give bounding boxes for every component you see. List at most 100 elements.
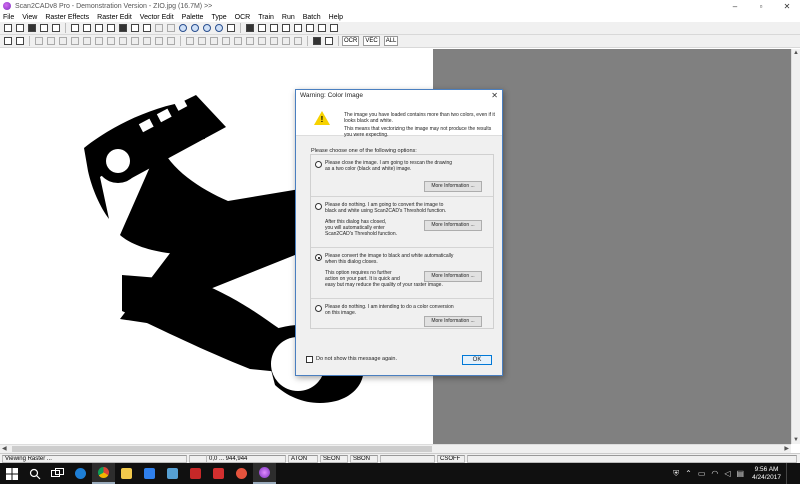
select-icon[interactable] bbox=[129, 23, 140, 34]
menu-vector-edit[interactable]: Vector Edit bbox=[140, 14, 174, 21]
menu-batch[interactable]: Batch bbox=[303, 14, 321, 21]
rotate-tool-icon[interactable] bbox=[141, 36, 152, 47]
more-info-button-4[interactable]: More Information ... bbox=[424, 316, 482, 327]
pan-hand-icon[interactable] bbox=[225, 23, 236, 34]
menu-palette[interactable]: Palette bbox=[182, 14, 204, 21]
offset-tool-icon[interactable] bbox=[244, 36, 255, 47]
menu-ocr[interactable]: OCR bbox=[235, 14, 251, 21]
text-tool-icon[interactable] bbox=[2, 36, 13, 47]
view-eye-icon[interactable] bbox=[117, 23, 128, 34]
vector-layer-icon[interactable] bbox=[256, 23, 267, 34]
rect-tool-icon[interactable] bbox=[81, 36, 92, 47]
chrome-icon[interactable] bbox=[92, 463, 115, 484]
notification-center-icon[interactable]: ▤ bbox=[737, 469, 745, 478]
option-rescan[interactable]: Please close the image. I am going to re… bbox=[311, 155, 493, 197]
new-file-icon[interactable] bbox=[2, 23, 13, 34]
radio-auto-convert[interactable] bbox=[315, 254, 322, 261]
trim-tool-icon[interactable] bbox=[220, 36, 231, 47]
menu-file[interactable]: File bbox=[3, 14, 14, 21]
show-hidden-icons-icon[interactable]: ⌃ bbox=[685, 469, 692, 478]
search-icon[interactable] bbox=[23, 463, 46, 484]
ok-button[interactable]: OK bbox=[462, 355, 492, 365]
minimize-button[interactable]: – bbox=[722, 0, 748, 12]
volume-icon[interactable]: ◁ bbox=[724, 469, 730, 478]
fill-tool-icon[interactable] bbox=[117, 36, 128, 47]
save-as-icon[interactable] bbox=[38, 23, 49, 34]
crop-tool-icon[interactable] bbox=[129, 36, 140, 47]
print-icon[interactable] bbox=[69, 23, 80, 34]
copy-icon[interactable] bbox=[81, 23, 92, 34]
task-view-icon[interactable] bbox=[46, 463, 69, 484]
fillet-tool-icon[interactable] bbox=[256, 36, 267, 47]
edit-icon[interactable] bbox=[141, 23, 152, 34]
menu-raster-edit[interactable]: Raster Edit bbox=[97, 14, 132, 21]
battery-icon[interactable]: ▭ bbox=[698, 469, 706, 478]
help-icon[interactable] bbox=[328, 23, 339, 34]
wifi-icon[interactable]: ◠ bbox=[711, 469, 718, 478]
brush-tool-icon[interactable] bbox=[105, 36, 116, 47]
line-tool-icon[interactable] bbox=[33, 36, 44, 47]
vertical-scrollbar[interactable]: ▲ ▼ bbox=[791, 49, 800, 444]
zoom-out-icon[interactable] bbox=[189, 23, 200, 34]
ocr-button[interactable]: OCR bbox=[342, 36, 360, 46]
scale-tool-icon[interactable] bbox=[165, 36, 176, 47]
scroll-up-icon[interactable]: ▲ bbox=[793, 50, 799, 56]
zoom-window-icon[interactable] bbox=[201, 23, 212, 34]
eraser-tool-icon[interactable] bbox=[323, 36, 334, 47]
pen-tool-icon[interactable] bbox=[311, 36, 322, 47]
zoom-in-icon[interactable] bbox=[177, 23, 188, 34]
more-info-button-3[interactable]: More Information ... bbox=[424, 271, 482, 282]
clock[interactable]: 9:56 AM 4/24/2017 bbox=[752, 466, 781, 482]
vec-button[interactable]: VEC bbox=[363, 36, 380, 46]
arrow-tool-icon[interactable] bbox=[14, 36, 25, 47]
menu-help[interactable]: Help bbox=[329, 14, 343, 21]
option-auto-convert[interactable]: Please convert the image to black and wh… bbox=[311, 248, 493, 299]
edge-icon[interactable] bbox=[69, 463, 92, 484]
menu-type[interactable]: Type bbox=[211, 14, 226, 21]
join-tool-icon[interactable] bbox=[196, 36, 207, 47]
menu-raster-effects[interactable]: Raster Effects bbox=[45, 14, 89, 21]
radio-color-conversion[interactable] bbox=[315, 305, 322, 312]
radio-threshold[interactable] bbox=[315, 203, 322, 210]
scroll-left-icon[interactable]: ◀ bbox=[2, 445, 7, 452]
grid-icon[interactable] bbox=[280, 23, 291, 34]
zoom-fit-icon[interactable] bbox=[213, 23, 224, 34]
redo-icon[interactable] bbox=[165, 23, 176, 34]
paint-icon[interactable] bbox=[230, 463, 253, 484]
color-icon[interactable] bbox=[292, 23, 303, 34]
undo-icon[interactable] bbox=[153, 23, 164, 34]
dialog-close-icon[interactable]: ✕ bbox=[491, 90, 498, 102]
horizontal-scroll-thumb[interactable] bbox=[12, 446, 432, 452]
scroll-right-icon[interactable]: ▶ bbox=[784, 445, 789, 452]
pointer-icon[interactable] bbox=[105, 23, 116, 34]
do-not-show-checkbox[interactable] bbox=[306, 356, 313, 363]
scan2cad-icon[interactable] bbox=[253, 463, 276, 484]
radio-rescan[interactable] bbox=[315, 161, 322, 168]
menu-train[interactable]: Train bbox=[258, 14, 274, 21]
scan-icon[interactable] bbox=[50, 23, 61, 34]
menu-view[interactable]: View bbox=[22, 14, 37, 21]
close-button[interactable]: ✕ bbox=[774, 0, 800, 12]
hatch-tool-icon[interactable] bbox=[280, 36, 291, 47]
store-icon[interactable] bbox=[138, 463, 161, 484]
dimension-tool-icon[interactable] bbox=[292, 36, 303, 47]
save-icon[interactable] bbox=[26, 23, 37, 34]
mcafee-icon[interactable] bbox=[184, 463, 207, 484]
do-not-show-label[interactable]: Do not show this message again. bbox=[316, 356, 397, 363]
node-tool-icon[interactable] bbox=[184, 36, 195, 47]
raster-layer-icon[interactable] bbox=[244, 23, 255, 34]
polyline-tool-icon[interactable] bbox=[45, 36, 56, 47]
break-tool-icon[interactable] bbox=[208, 36, 219, 47]
option-threshold[interactable]: Please do nothing. I am going to convert… bbox=[311, 197, 493, 248]
layers-icon[interactable] bbox=[304, 23, 315, 34]
maximize-button[interactable]: ▫ bbox=[748, 0, 774, 12]
more-info-button-2[interactable]: More Information ... bbox=[424, 220, 482, 231]
shield-icon[interactable]: ⛨ bbox=[673, 469, 679, 479]
erase-tool-icon[interactable] bbox=[93, 36, 104, 47]
mirror-tool-icon[interactable] bbox=[153, 36, 164, 47]
arc-tool-icon[interactable] bbox=[57, 36, 68, 47]
windows-icon[interactable] bbox=[0, 463, 23, 484]
menu-run[interactable]: Run bbox=[282, 14, 295, 21]
extend-tool-icon[interactable] bbox=[232, 36, 243, 47]
chamfer-tool-icon[interactable] bbox=[268, 36, 279, 47]
